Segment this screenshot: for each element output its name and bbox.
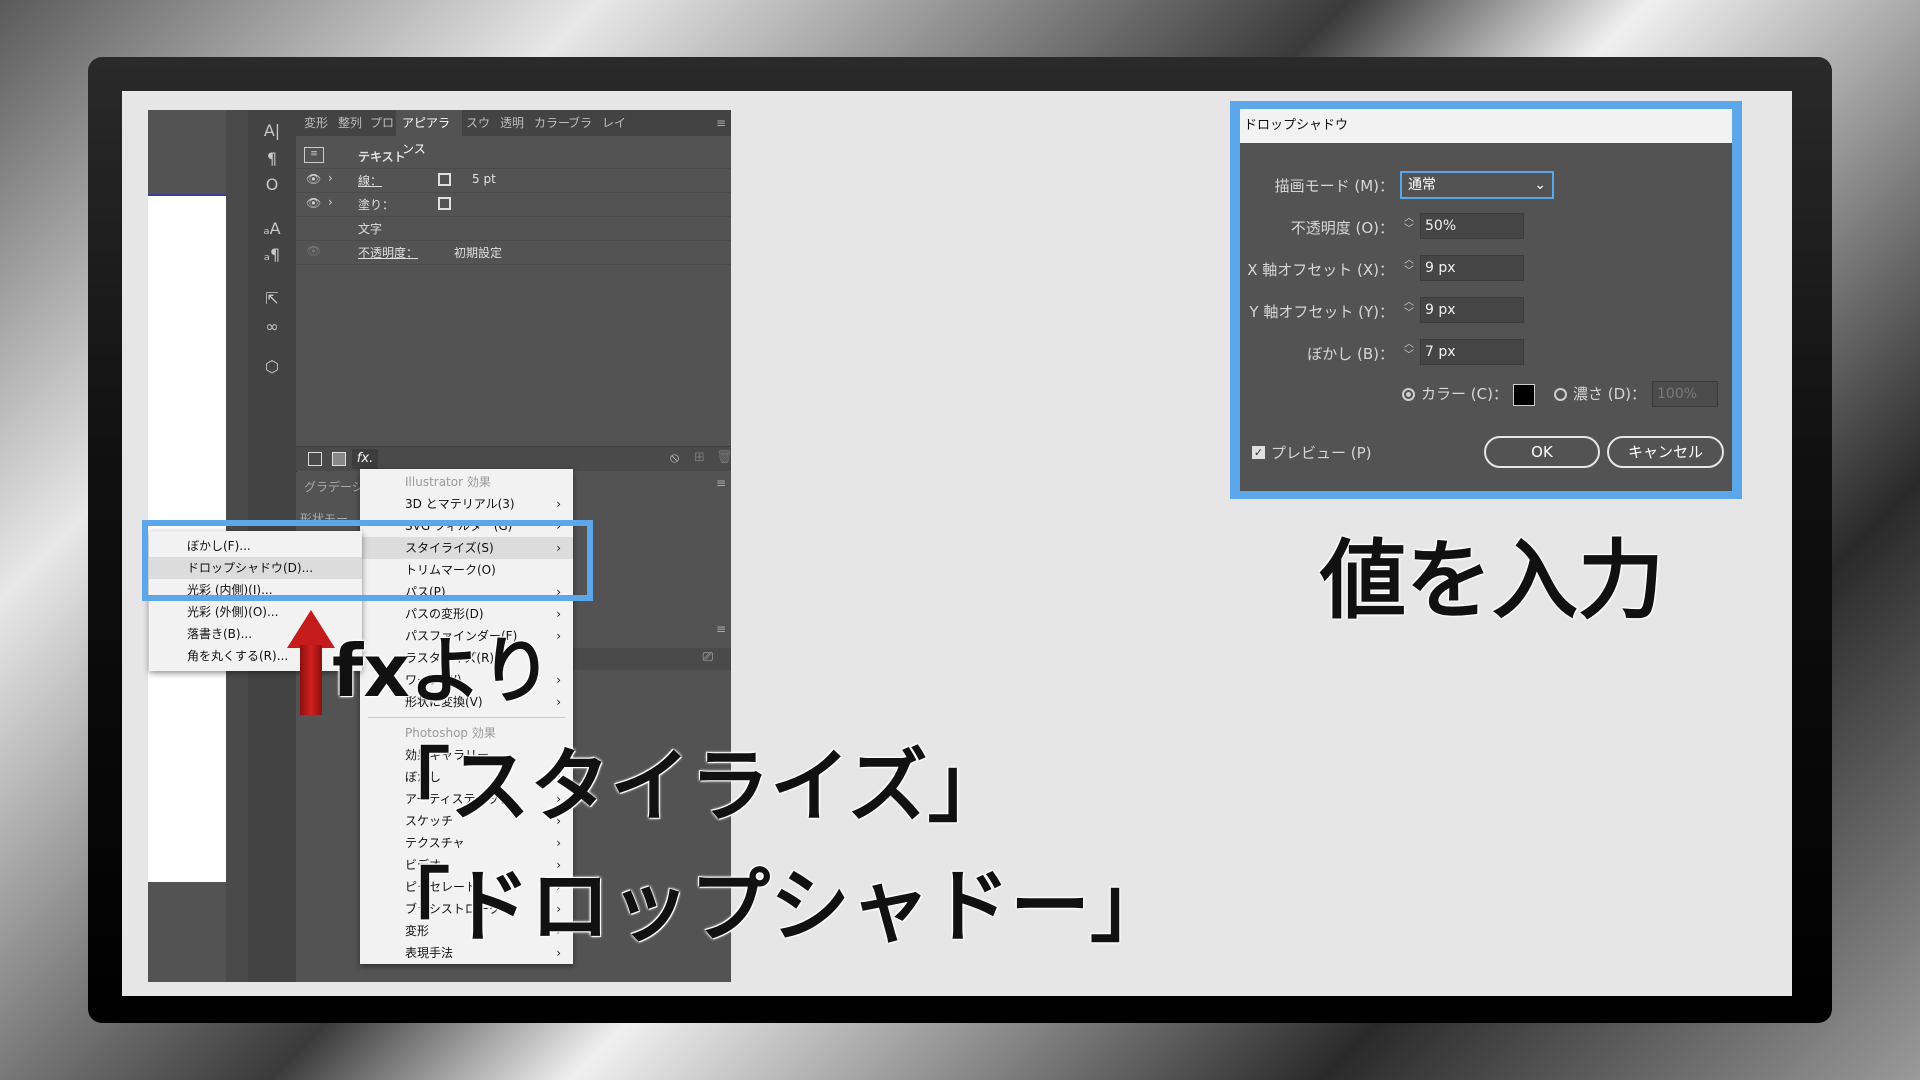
appearance-fill-row[interactable]: 👁 › 塗り： — [296, 192, 731, 217]
export-icon[interactable]: ⇱ — [248, 288, 296, 310]
expand-chevron-icon[interactable]: › — [328, 171, 333, 185]
trash-icon[interactable]: 🗑 — [716, 450, 731, 465]
callout-enter-values: 値を入力 — [1320, 531, 1664, 631]
color-radio[interactable] — [1402, 388, 1415, 401]
opacity-spinner[interactable]: ︿ ﹀ — [1400, 213, 1418, 239]
paragraph-style-icon[interactable]: ₐ¶ — [248, 244, 296, 266]
tab-align[interactable]: 整列 — [338, 110, 362, 136]
chevron-down-icon: ⌄ — [1534, 177, 1546, 193]
callout-from-fx: fxより — [332, 629, 553, 713]
appearance-panel: 変形 整列 プロパ アピアランス スウォ 透明 カラー ブラシ レイヤ ≡ ≡ … — [296, 110, 731, 470]
tab-layers[interactable]: レイヤ — [602, 110, 632, 136]
visibility-eye-icon[interactable]: 👁 — [306, 172, 321, 186]
appearance-stroke-row[interactable]: 👁 › 線： 5 pt — [296, 168, 731, 193]
expand-chevron-icon[interactable]: › — [328, 195, 333, 209]
fill-swatch[interactable] — [438, 197, 451, 210]
stroke-weight-value[interactable]: 5 pt — [472, 172, 496, 186]
y-offset-label: Y 軸オフセット (Y)： — [1249, 303, 1394, 321]
opacity-input[interactable]: 50% — [1420, 213, 1524, 239]
highlight-stylize-drop-shadow — [142, 520, 593, 601]
tab-transform[interactable]: 変形 — [304, 110, 328, 136]
drop-shadow-dialog: ドロップシャドウ 描画モード (M)： 通常 ⌄ 不透明度 (O)： ︿ ﹀ 50%… — [1240, 109, 1732, 491]
link-icon[interactable]: ∞ — [248, 316, 296, 338]
text-object-icon: ≡ — [304, 147, 324, 163]
red-arrow-shaft — [300, 645, 322, 715]
fill-label[interactable]: 塗り： — [358, 196, 394, 213]
fx-button[interactable]: fx. — [352, 449, 378, 469]
visibility-eye-icon[interactable]: 👁 — [306, 196, 321, 210]
appearance-characters-row[interactable]: 文字 — [296, 216, 731, 241]
y-offset-input[interactable]: 9 px — [1420, 297, 1524, 323]
new-item-icon[interactable]: ⎚ — [703, 650, 713, 665]
opacity-value: 初期設定 — [454, 246, 503, 260]
character-style-icon[interactable]: ₐA — [248, 218, 296, 240]
darkness-radio[interactable] — [1554, 388, 1567, 401]
darkness-input[interactable]: 100% — [1652, 381, 1718, 407]
tab-transparency[interactable]: 透明 — [500, 110, 524, 136]
3d-cube-icon[interactable]: ⬡ — [248, 356, 296, 378]
illustrator-effects-header: Illustrator 効果 — [405, 475, 491, 489]
y-offset-spinner[interactable]: ︿ ﹀ — [1400, 297, 1418, 323]
appearance-opacity-row[interactable]: 👁 不透明度： 初期設定 — [296, 240, 731, 265]
tab-swatches[interactable]: スウォ — [466, 110, 494, 136]
menu-separator — [368, 717, 565, 718]
appearance-object-row[interactable]: ≡ テキスト — [296, 144, 731, 169]
blur-spinner[interactable]: ︿ ﹀ — [1400, 339, 1418, 365]
panel-menu-icon[interactable]: ≡ — [716, 476, 726, 490]
stroke-label[interactable]: 線： — [358, 172, 382, 189]
blur-input[interactable]: 7 px — [1420, 339, 1524, 365]
add-fill-icon[interactable] — [332, 452, 346, 466]
tab-color[interactable]: カラー — [534, 110, 570, 136]
tab-appearance[interactable]: アピアランス — [396, 110, 462, 156]
paragraph-icon[interactable]: ¶ — [248, 148, 296, 170]
blur-label: ぼかし (B)： — [1307, 345, 1394, 363]
clear-appearance-icon[interactable]: ⦸ — [670, 450, 679, 466]
panel-tabs: 変形 整列 プロパ アピアランス スウォ 透明 カラー ブラシ レイヤ ≡ — [296, 110, 731, 156]
color-label: カラー (C)： — [1421, 385, 1508, 403]
visibility-eye-icon[interactable]: 👁 — [306, 244, 321, 258]
dialog-title: ドロップシャドウ — [1240, 109, 1732, 143]
appearance-bottom-bar: fx. ⦸ ⊞ 🗑 — [296, 446, 731, 471]
panel-menu-icon[interactable]: ≡ — [716, 110, 726, 136]
opacity-label: 不透明度 (O)： — [1290, 219, 1394, 237]
panel-menu-icon[interactable]: ≡ — [716, 622, 726, 636]
opentype-icon[interactable]: O — [248, 174, 296, 196]
mode-label: 描画モード (M)： — [1274, 177, 1394, 195]
x-offset-label: X 軸オフセット (X)： — [1247, 261, 1394, 279]
callout-drop-shadow: 「ドロップシャドー」 — [370, 860, 1170, 953]
blend-mode-select[interactable]: 通常 ⌄ — [1400, 171, 1554, 199]
cancel-button[interactable]: キャンセル — [1607, 436, 1724, 468]
tab-brushes[interactable]: ブラシ — [568, 110, 596, 136]
ok-button[interactable]: OK — [1484, 436, 1600, 468]
characters-label: 文字 — [358, 222, 383, 236]
object-type-label: テキスト — [358, 150, 406, 164]
menu-item-round-corners[interactable]: 角を丸くする(R)... — [149, 645, 362, 667]
stroke-swatch[interactable] — [438, 173, 451, 186]
shadow-color-swatch[interactable] — [1513, 384, 1535, 406]
character-icon[interactable]: A| — [248, 120, 296, 142]
tab-gradient[interactable]: グラデーシ — [304, 478, 364, 495]
duplicate-icon[interactable]: ⊞ — [694, 450, 705, 465]
preview-label: プレビュー (P) — [1271, 444, 1372, 462]
callout-stylize: 「スタイライズ」 — [370, 740, 1008, 833]
tab-properties[interactable]: プロパ — [370, 110, 394, 136]
darkness-label: 濃さ (D)： — [1573, 385, 1647, 403]
opacity-label[interactable]: 不透明度： — [358, 244, 418, 261]
x-offset-spinner[interactable]: ︿ ﹀ — [1400, 255, 1418, 281]
red-arrow-icon — [287, 610, 335, 648]
x-offset-input[interactable]: 9 px — [1420, 255, 1524, 281]
menu-item-3d[interactable]: 3D とマテリアル(3) › — [360, 493, 573, 515]
preview-checkbox[interactable]: ✓ — [1252, 446, 1265, 459]
add-stroke-icon[interactable] — [308, 452, 322, 466]
